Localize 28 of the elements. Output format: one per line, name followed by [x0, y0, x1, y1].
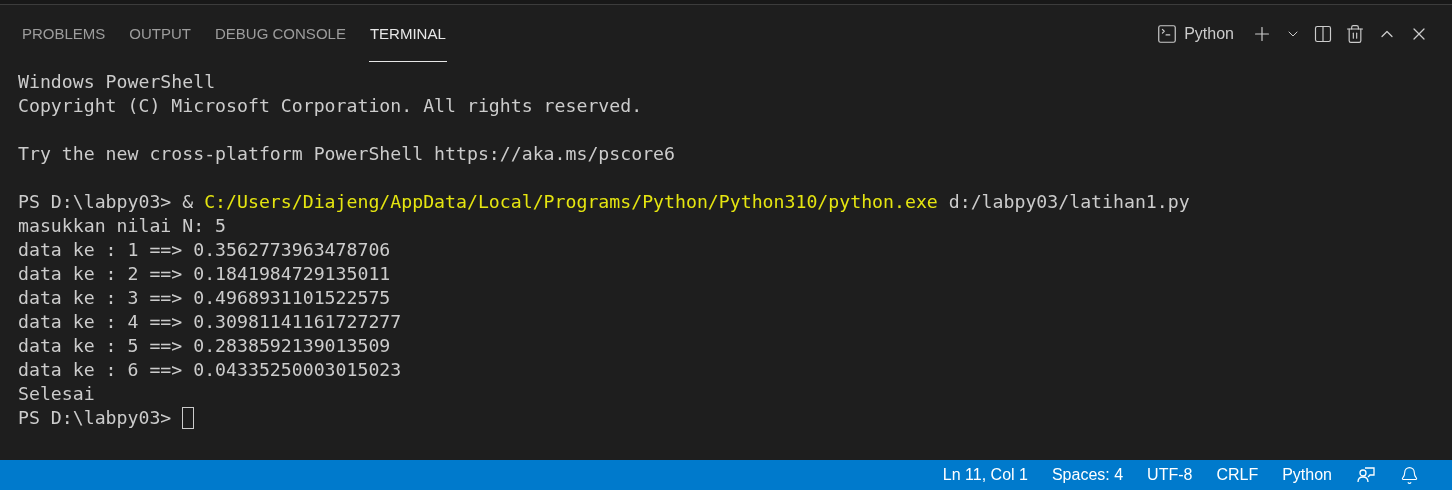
trash-icon[interactable]: [1345, 23, 1365, 44]
status-item[interactable]: UTF-8: [1136, 466, 1204, 484]
terminal-line: Windows PowerShell: [18, 70, 216, 94]
status-item[interactable]: CRLF: [1205, 466, 1270, 484]
terminal-line: Copyright (C) Microsoft Corporation. All rights reserved.: [18, 94, 643, 118]
terminal-line: PS D:\labpy03> & C:/Users/Diajeng/AppData/Local/Programs/Python/Python310/python.exe d:/labpy03/latihan1.py: [18, 190, 1190, 214]
panel-tab[interactable]: OUTPUT: [128, 5, 193, 62]
terminal-line: Try the new cross-platform PowerShell https://aka.ms/pscore6: [18, 142, 675, 166]
terminal-line: data ke : 3 ==> 0.4968931101522575: [18, 286, 391, 310]
split-icon[interactable]: [1313, 23, 1333, 44]
terminal-line: data ke : 4 ==> 0.30981141161727277: [18, 310, 402, 334]
terminal-line: PS D:\labpy03>: [18, 406, 172, 430]
status-item[interactable]: Spaces: 4: [1040, 466, 1135, 484]
status-item[interactable]: Python: [1271, 466, 1343, 484]
terminal-icon: [1156, 22, 1179, 45]
terminal-line: Selesai: [18, 382, 95, 406]
profile-label: Python: [1184, 24, 1234, 43]
status-item[interactable]: Ln 11, Col 1: [931, 466, 1039, 484]
terminal-line: masukkan nilai N: 5: [18, 214, 227, 238]
terminal-cursor: [182, 407, 195, 429]
terminal-line: data ke : 6 ==> 0.04335250003015023: [18, 358, 402, 382]
panel-tab[interactable]: TERMINAL: [368, 5, 447, 62]
terminal-line: data ke : 2 ==> 0.1841984729135011: [18, 262, 391, 286]
terminal-line: data ke : 5 ==> 0.2838592139013509: [18, 334, 391, 358]
panel-tab[interactable]: PROBLEMS: [21, 5, 107, 62]
panel-tab[interactable]: DEBUG CONSOLE: [214, 5, 347, 62]
terminal-profile-button[interactable]: Python: [1156, 22, 1234, 45]
terminal-line: data ke : 1 ==> 0.3562773963478706: [18, 238, 391, 262]
